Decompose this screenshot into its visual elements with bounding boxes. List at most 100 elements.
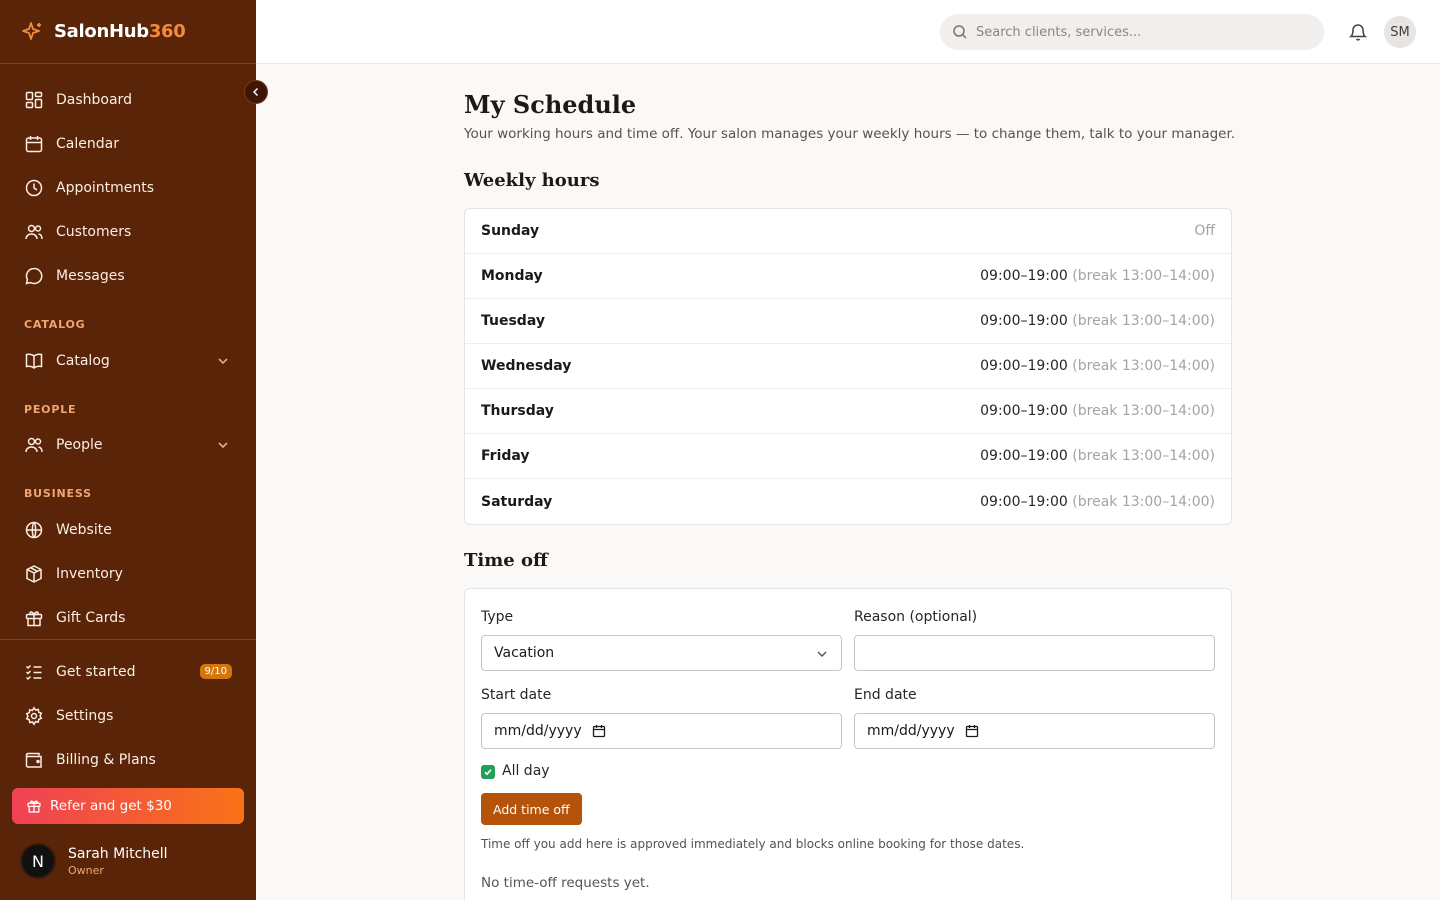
- end-date-value: mm/dd/yyyy: [867, 723, 955, 739]
- brand-accent: 360: [148, 21, 186, 42]
- nav-item-get-started[interactable]: Get started 9/10: [0, 652, 256, 692]
- start-date-input[interactable]: mm/dd/yyyy: [481, 713, 842, 749]
- globe-icon: [25, 521, 43, 539]
- calendar-icon[interactable]: [965, 724, 979, 738]
- chevron-down-icon: [218, 442, 228, 449]
- nav-item-customers[interactable]: Customers: [0, 212, 256, 252]
- time-off-note: Time off you add here is approved immedi…: [481, 837, 1025, 851]
- end-date-input[interactable]: mm/dd/yyyy: [854, 713, 1215, 749]
- progress-badge: 9/10: [199, 664, 232, 679]
- nav-item-settings[interactable]: Settings: [0, 696, 256, 736]
- schedule-row: Saturday 09:00–19:00 (break 13:00–14:00): [465, 479, 1231, 524]
- calendar-icon: [25, 136, 43, 153]
- weekly-hours-card: Sunday Off Monday 09:00–19:00 (break 13:…: [464, 208, 1232, 525]
- weekly-hours-title: Weekly hours: [464, 170, 600, 191]
- time-off-card: Type Vacation Reason (optional) Start da…: [464, 588, 1232, 900]
- schedule-row: Sunday Off: [465, 209, 1231, 254]
- brand-name: SalonHub: [54, 21, 149, 42]
- sidebar-divider: [0, 639, 256, 640]
- start-date-label: Start date: [481, 687, 552, 703]
- section-label-business: BUSINESS: [24, 487, 92, 500]
- nav-label: Calendar: [56, 136, 119, 152]
- checklist-icon: [25, 664, 42, 681]
- day-break: (break 13:00–14:00): [1072, 448, 1215, 464]
- day-name: Monday: [481, 268, 543, 284]
- start-date-value: mm/dd/yyyy: [494, 723, 582, 739]
- bell-icon[interactable]: [1348, 22, 1368, 42]
- user-profile[interactable]: N Sarah Mitchell Owner: [20, 843, 168, 879]
- day-name: Sunday: [481, 223, 540, 239]
- nav-label: People: [56, 437, 103, 453]
- day-off: Off: [1194, 223, 1215, 239]
- people-icon: [25, 437, 43, 453]
- header-avatar[interactable]: SM: [1384, 16, 1416, 48]
- nav-item-inventory[interactable]: Inventory: [0, 554, 256, 594]
- gear-icon: [25, 706, 43, 726]
- nav-item-website[interactable]: Website: [0, 510, 256, 550]
- sparkle-logo-icon: [22, 21, 41, 40]
- brand[interactable]: SalonHub360: [0, 0, 256, 64]
- search-bar[interactable]: [940, 14, 1324, 50]
- day-break: (break 13:00–14:00): [1072, 403, 1215, 419]
- nav-item-people[interactable]: People: [0, 425, 256, 465]
- user-role: Owner: [68, 863, 104, 877]
- nav-item-messages[interactable]: Messages: [0, 256, 256, 296]
- day-hours: 09:00–19:00: [980, 268, 1068, 284]
- all-day-label[interactable]: All day: [502, 763, 550, 779]
- nav-item-appointments[interactable]: Appointments: [0, 168, 256, 208]
- type-value: Vacation: [494, 645, 555, 661]
- user-avatar: N: [20, 843, 56, 879]
- page-title: My Schedule: [464, 90, 637, 119]
- nav-item-dashboard[interactable]: Dashboard: [0, 80, 256, 120]
- package-icon: [26, 565, 42, 583]
- nav-item-gift-cards[interactable]: Gift Cards: [0, 598, 256, 638]
- nav-label: Get started: [56, 664, 136, 680]
- section-label-catalog: CATALOG: [24, 318, 86, 331]
- add-time-off-button[interactable]: Add time off: [481, 793, 582, 825]
- message-icon: [25, 267, 43, 285]
- day-break: (break 13:00–14:00): [1072, 313, 1215, 329]
- nav-item-catalog[interactable]: Catalog: [0, 341, 256, 381]
- top-header: SM: [256, 0, 1440, 64]
- dashboard-icon: [25, 91, 43, 109]
- chevron-down-icon: [218, 358, 228, 365]
- nav-label: Billing & Plans: [56, 752, 156, 768]
- end-date-label: End date: [854, 687, 917, 703]
- section-label-people: PEOPLE: [24, 403, 77, 416]
- schedule-row: Wednesday 09:00–19:00 (break 13:00–14:00…: [465, 344, 1231, 389]
- day-hours: 09:00–19:00: [980, 448, 1068, 464]
- day-name: Tuesday: [481, 313, 545, 329]
- gift-icon: [25, 611, 43, 627]
- nav-label: Settings: [56, 708, 114, 724]
- nav-label: Customers: [56, 224, 132, 240]
- refer-button[interactable]: Refer and get $30: [12, 788, 244, 824]
- nav-label: Inventory: [56, 566, 123, 582]
- schedule-row: Monday 09:00–19:00 (break 13:00–14:00): [465, 254, 1231, 299]
- day-break: (break 13:00–14:00): [1072, 268, 1215, 284]
- day-hours: 09:00–19:00: [980, 403, 1068, 419]
- schedule-row: Thursday 09:00–19:00 (break 13:00–14:00): [465, 389, 1231, 434]
- all-day-checkbox[interactable]: [481, 765, 495, 779]
- day-name: Saturday: [481, 493, 553, 510]
- nav-item-calendar[interactable]: Calendar: [0, 124, 256, 164]
- day-name: Wednesday: [481, 358, 572, 374]
- nav-item-billing[interactable]: Billing & Plans: [0, 740, 256, 780]
- nav-label: Gift Cards: [56, 610, 126, 626]
- book-icon: [25, 353, 43, 369]
- search-input[interactable]: [976, 24, 1296, 40]
- day-hours: 09:00–19:00: [980, 493, 1068, 510]
- type-select[interactable]: Vacation: [481, 635, 842, 671]
- nav-label: Website: [56, 522, 112, 538]
- day-hours: 09:00–19:00: [980, 313, 1068, 329]
- collapse-sidebar-button[interactable]: [244, 80, 268, 104]
- search-icon: [953, 25, 967, 39]
- day-hours: 09:00–19:00: [980, 358, 1068, 374]
- refer-label: Refer and get $30: [50, 798, 172, 814]
- sidebar: SalonHub360 Dashboard Calendar Appointme…: [0, 0, 268, 900]
- reason-input[interactable]: [854, 635, 1215, 671]
- calendar-icon[interactable]: [592, 724, 606, 738]
- day-break: (break 13:00–14:00): [1072, 493, 1215, 510]
- chevron-left-icon: [252, 87, 259, 97]
- schedule-row: Tuesday 09:00–19:00 (break 13:00–14:00): [465, 299, 1231, 344]
- user-name: Sarah Mitchell: [68, 845, 168, 862]
